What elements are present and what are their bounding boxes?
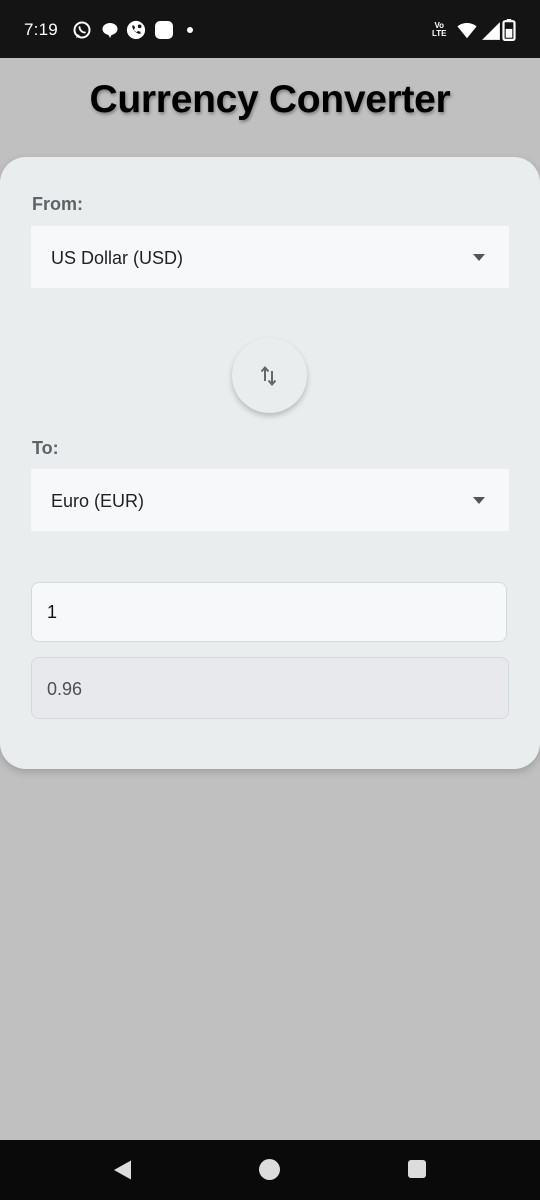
- signal-icon: [482, 22, 500, 40]
- wifi-icon: [457, 23, 477, 39]
- back-icon[interactable]: [112, 1159, 134, 1181]
- volte-label-bottom: LTE: [432, 29, 447, 38]
- result-value: 0.96: [47, 679, 83, 699]
- swap-currencies-button[interactable]: [232, 338, 307, 413]
- result-field: 0.96: [31, 657, 509, 719]
- chevron-down-icon: [473, 254, 485, 261]
- to-currency-value: Euro (EUR): [51, 491, 145, 511]
- from-currency-value: US Dollar (USD): [51, 248, 184, 268]
- whatsapp-icon: [73, 21, 91, 39]
- page-title: Currency Converter: [89, 78, 451, 121]
- battery-icon: [502, 19, 516, 41]
- volte-indicator: Vo LTE: [432, 22, 447, 38]
- square-notification-icon: [155, 21, 173, 39]
- to-currency-select[interactable]: Euro (EUR): [31, 469, 509, 531]
- home-icon[interactable]: [259, 1159, 280, 1180]
- to-label: To:: [32, 438, 59, 458]
- swap-vertical-icon: [260, 365, 277, 387]
- chat-bubble-icon: [102, 23, 118, 38]
- from-label: From:: [32, 194, 83, 214]
- converter-card: From: US Dollar (USD) To: Euro (EUR) 0.9…: [0, 157, 540, 769]
- dot-icon: [187, 27, 193, 33]
- status-time: 7:19: [24, 20, 58, 39]
- chevron-down-icon: [473, 497, 485, 504]
- navigation-bar: [0, 1140, 540, 1200]
- phone-message-icon: [126, 20, 146, 40]
- from-currency-select[interactable]: US Dollar (USD): [31, 226, 509, 288]
- status-bar: 7:19 Vo LTE: [0, 0, 540, 58]
- amount-input[interactable]: [31, 582, 507, 642]
- recents-icon[interactable]: [408, 1160, 426, 1178]
